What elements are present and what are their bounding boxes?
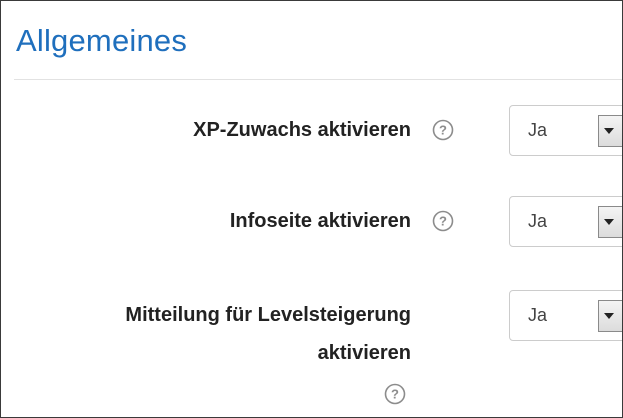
question-circle-icon[interactable]: ? — [432, 210, 454, 232]
level-up-notice-label-line2: aktivieren — [317, 342, 411, 364]
select-value: Ja — [528, 305, 548, 325]
svg-text:?: ? — [439, 214, 447, 229]
svg-text:?: ? — [391, 387, 399, 402]
dropdown-arrow-icon[interactable] — [598, 300, 622, 332]
select-value: Ja — [528, 120, 548, 140]
section-title[interactable]: Allgemeines — [16, 25, 187, 56]
level-up-notice-select[interactable]: Ja — [509, 290, 622, 341]
xp-gain-label: XP-Zuwachs aktivieren — [193, 119, 411, 141]
question-circle-icon[interactable]: ? — [384, 383, 406, 405]
dropdown-arrow-icon[interactable] — [598, 115, 622, 147]
info-page-select[interactable]: Ja — [509, 196, 622, 247]
settings-panel: Allgemeines XP-Zuwachs aktivieren ? Ja I… — [0, 0, 623, 418]
select-value: Ja — [528, 211, 548, 231]
dropdown-arrow-icon[interactable] — [598, 206, 622, 238]
level-up-notice-label-line1: Mitteilung für Levelsteigerung — [125, 304, 411, 326]
section-divider — [14, 79, 622, 80]
info-page-label: Infoseite aktivieren — [229, 210, 411, 232]
svg-text:?: ? — [439, 123, 447, 138]
xp-gain-select[interactable]: Ja — [509, 105, 622, 156]
question-circle-icon[interactable]: ? — [432, 119, 454, 141]
